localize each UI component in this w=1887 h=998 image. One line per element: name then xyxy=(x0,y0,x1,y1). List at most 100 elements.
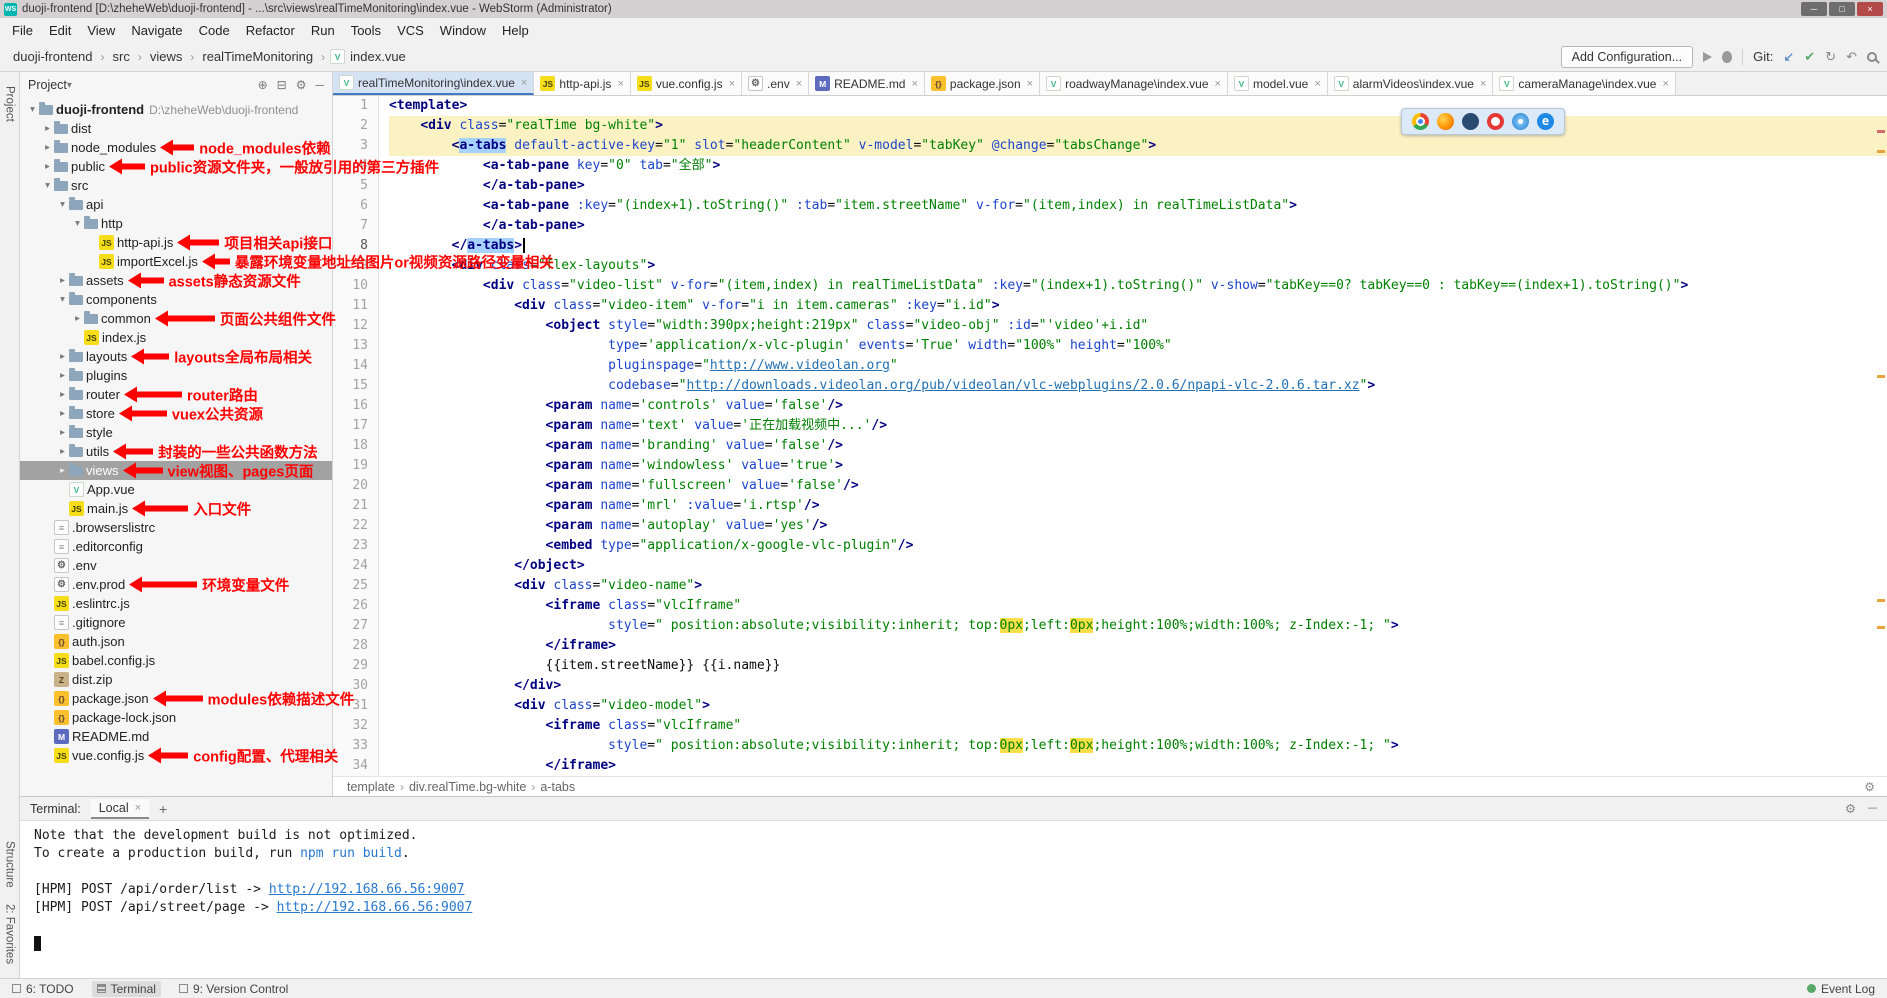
tree-item-dist[interactable]: ▸dist xyxy=(20,119,332,138)
tree-item-plugins[interactable]: ▸plugins xyxy=(20,366,332,385)
firefox-icon[interactable] xyxy=(1437,113,1454,130)
close-icon[interactable]: × xyxy=(1480,78,1486,90)
tab-roadwaymanage-index-vue[interactable]: VroadwayManage\index.vue× xyxy=(1040,72,1228,95)
settings-icon[interactable]: ⚙ xyxy=(296,78,307,92)
menu-tools[interactable]: Tools xyxy=(343,20,389,41)
tab-model-vue[interactable]: Vmodel.vue× xyxy=(1228,72,1328,95)
code-editor[interactable]: 1234567891011121314151617181920212223242… xyxy=(333,96,1887,776)
git-history-icon[interactable]: ↻ xyxy=(1825,49,1836,65)
new-terminal-icon[interactable]: + xyxy=(159,801,167,817)
status-6-todo[interactable]: 6: TODO xyxy=(12,982,74,996)
tree-item-editorconfig[interactable]: ≡.editorconfig xyxy=(20,537,332,556)
tree-item-http-api-js[interactable]: JShttp-api.js xyxy=(20,233,332,252)
maximize-icon[interactable]: □ xyxy=(1829,2,1855,16)
menu-edit[interactable]: Edit xyxy=(41,20,79,41)
close-icon[interactable]: × xyxy=(729,78,735,90)
tree-item-duoji-frontend[interactable]: ▾duoji-frontendD:\zheheWeb\duoji-fronten… xyxy=(20,100,332,119)
tool-button-structure[interactable]: Structure xyxy=(4,841,16,888)
hide-icon[interactable]: ─ xyxy=(315,78,324,92)
close-icon[interactable]: × xyxy=(617,78,623,90)
run-icon[interactable] xyxy=(1703,52,1712,62)
tree-item-router[interactable]: ▸router xyxy=(20,385,332,404)
status-event-log[interactable]: Event Log xyxy=(1807,982,1875,996)
gear-icon[interactable]: ⚙ xyxy=(1864,780,1875,794)
debug-icon[interactable] xyxy=(1722,51,1732,63)
tree-item-importexcel-js[interactable]: JSimportExcel.js xyxy=(20,252,332,271)
tree-item-layouts[interactable]: ▸layouts xyxy=(20,347,332,366)
breadcrumb-a-tabs[interactable]: a-tabs xyxy=(538,780,577,794)
close-icon[interactable]: × xyxy=(1662,78,1668,90)
editor-gutter[interactable]: 1234567891011121314151617181920212223242… xyxy=(333,96,379,776)
status-9-version-control[interactable]: 9: Version Control xyxy=(179,982,288,996)
tree-item-public[interactable]: ▸public xyxy=(20,157,332,176)
tab-env[interactable]: ⚙.env× xyxy=(742,72,809,95)
minimize-icon[interactable]: ─ xyxy=(1801,2,1827,16)
tab-readme-md[interactable]: MREADME.md× xyxy=(809,72,925,95)
terminal-settings-icon[interactable]: ⚙ xyxy=(1845,801,1856,816)
error-stripe[interactable] xyxy=(1874,96,1887,776)
tree-item-main-js[interactable]: JSmain.js xyxy=(20,499,332,518)
tab-cameramanage-index-vue[interactable]: VcameraManage\index.vue× xyxy=(1493,72,1676,95)
tree-item-browserslistrc[interactable]: ≡.browserslistrc xyxy=(20,518,332,537)
terminal-tab-local[interactable]: Local × xyxy=(91,799,149,819)
menu-navigate[interactable]: Navigate xyxy=(123,20,190,41)
tree-item-env[interactable]: ⚙.env xyxy=(20,556,332,575)
breadcrumb-duoji-frontend[interactable]: duoji-frontend xyxy=(10,47,96,66)
tree-item-assets[interactable]: ▸assets xyxy=(20,271,332,290)
menu-refactor[interactable]: Refactor xyxy=(238,20,303,41)
chevron-down-icon[interactable]: ▾ xyxy=(67,80,72,91)
breadcrumb-src[interactable]: src xyxy=(110,47,133,66)
search-icon[interactable] xyxy=(1867,52,1877,62)
tree-item-utils[interactable]: ▸utils xyxy=(20,442,332,461)
tab-alarmvideos-index-vue[interactable]: ValarmVideos\index.vue× xyxy=(1328,72,1494,95)
close-icon[interactable]: × xyxy=(796,78,802,90)
terminal-minimize-icon[interactable]: ─ xyxy=(1868,801,1877,816)
collapse-all-icon[interactable]: ⊟ xyxy=(277,78,287,92)
tab-vue-config-js[interactable]: JSvue.config.js× xyxy=(631,72,742,95)
menu-run[interactable]: Run xyxy=(303,20,343,41)
git-revert-icon[interactable]: ↶ xyxy=(1846,49,1857,65)
tree-item-store[interactable]: ▸store xyxy=(20,404,332,423)
tool-button-project[interactable]: Project xyxy=(4,86,16,122)
tree-item-views[interactable]: ▸views xyxy=(20,461,332,480)
tree-item-style[interactable]: ▸style xyxy=(20,423,332,442)
locate-icon[interactable]: ⊕ xyxy=(258,78,268,92)
menu-window[interactable]: Window xyxy=(432,20,494,41)
menu-view[interactable]: View xyxy=(79,20,123,41)
close-icon[interactable]: × xyxy=(911,78,917,90)
safari-icon[interactable] xyxy=(1512,113,1529,130)
tool-button-favorites[interactable]: 2: Favorites xyxy=(4,904,16,964)
terminal-output[interactable]: Note that the development build is not o… xyxy=(20,821,1887,978)
terminal-link[interactable]: http://192.168.66.56:9007 xyxy=(277,900,473,915)
tree-item-node-modules[interactable]: ▸node_modules xyxy=(20,138,332,157)
git-commit-icon[interactable]: ✔ xyxy=(1804,49,1815,65)
tree-item-dist-zip[interactable]: Zdist.zip xyxy=(20,670,332,689)
tree-item-package-lock-json[interactable]: {}package-lock.json xyxy=(20,708,332,727)
breadcrumb-realtimemonitoring[interactable]: realTimeMonitoring xyxy=(199,47,316,66)
opera-icon[interactable] xyxy=(1487,113,1504,130)
tree-item-src[interactable]: ▾src xyxy=(20,176,332,195)
tree-item-auth-json[interactable]: {}auth.json xyxy=(20,632,332,651)
tab-http-api-js[interactable]: JShttp-api.js× xyxy=(534,72,630,95)
tree-item-package-json[interactable]: {}package.json xyxy=(20,689,332,708)
close-icon[interactable]: × xyxy=(1314,78,1320,90)
tree-item-http[interactable]: ▾http xyxy=(20,214,332,233)
tree-item-api[interactable]: ▾api xyxy=(20,195,332,214)
close-icon[interactable]: × xyxy=(135,802,141,814)
close-icon[interactable]: × xyxy=(1215,78,1221,90)
tab-package-json[interactable]: {}package.json× xyxy=(925,72,1040,95)
tree-item-index-js[interactable]: JSindex.js xyxy=(20,328,332,347)
tree-item-gitignore[interactable]: ≡.gitignore xyxy=(20,613,332,632)
close-icon[interactable]: × xyxy=(1027,78,1033,90)
breadcrumb-index-vue[interactable]: index.vue xyxy=(347,47,409,66)
menu-help[interactable]: Help xyxy=(494,20,537,41)
tab-realtimemonitoring-index-vue[interactable]: VrealTimeMonitoring\index.vue× xyxy=(333,72,534,95)
breadcrumb-views[interactable]: views xyxy=(147,47,186,66)
tree-item-components[interactable]: ▾components xyxy=(20,290,332,309)
breadcrumb-div-realtime-bg-white[interactable]: div.realTime.bg-white xyxy=(407,780,528,794)
tree-item-babel-config-js[interactable]: JSbabel.config.js xyxy=(20,651,332,670)
close-icon[interactable]: × xyxy=(521,77,527,89)
ie-icon[interactable]: e xyxy=(1537,113,1554,130)
tree-item-eslintrc-js[interactable]: JS.eslintrc.js xyxy=(20,594,332,613)
terminal-link[interactable]: http://192.168.66.56:9007 xyxy=(269,882,465,897)
